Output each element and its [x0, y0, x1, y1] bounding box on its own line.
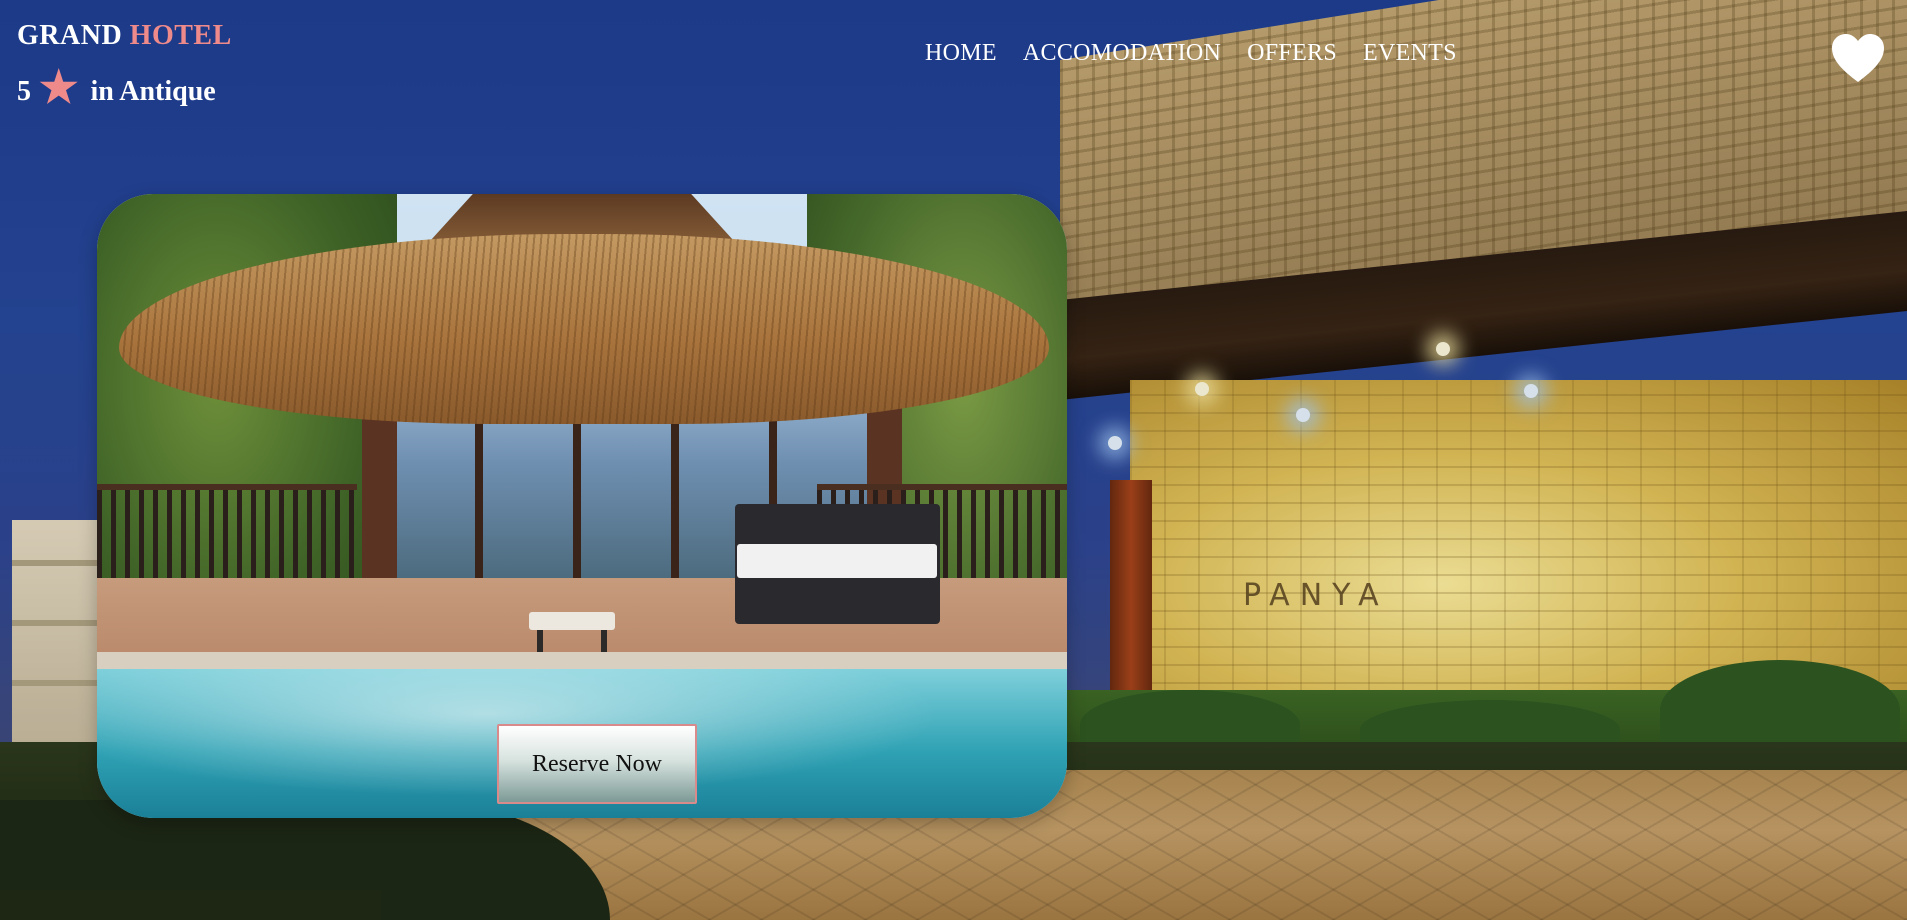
- rating-location: in Antique: [90, 76, 216, 107]
- star-icon: ★: [39, 63, 79, 112]
- reserve-now-button[interactable]: Reserve Now: [497, 724, 697, 804]
- brand-accent: HOTEL: [129, 20, 232, 51]
- brand-primary: GRAND: [17, 20, 123, 51]
- rating-number: 5: [17, 76, 31, 107]
- heart-icon[interactable]: [1830, 32, 1886, 84]
- main-nav: HOME ACCOMODATION OFFERS EVENTS: [925, 40, 1457, 67]
- brand-logo[interactable]: GRAND HOTEL: [17, 20, 232, 52]
- nav-item-accomodation[interactable]: ACCOMODATION: [1023, 40, 1221, 67]
- nav-item-offers[interactable]: OFFERS: [1247, 40, 1337, 67]
- nav-item-home[interactable]: HOME: [925, 40, 997, 67]
- star-rating: 5 ★ in Antique: [17, 66, 216, 110]
- nav-item-events[interactable]: EVENTS: [1363, 40, 1457, 67]
